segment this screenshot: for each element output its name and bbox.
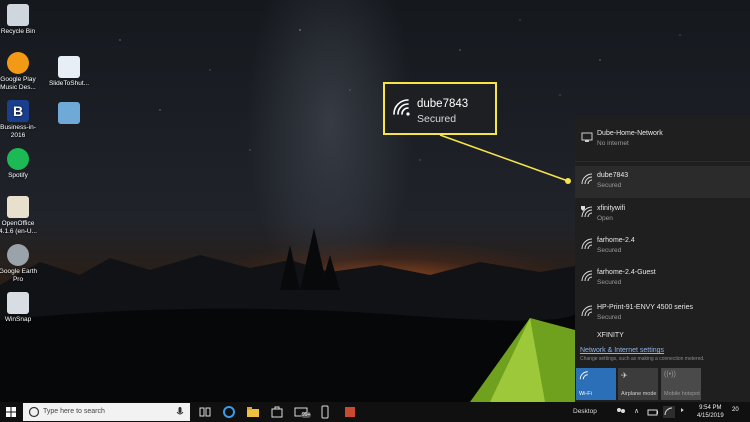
- start-button[interactable]: [0, 402, 22, 422]
- search-icon: [28, 406, 40, 418]
- network-item[interactable]: HP-Print-91-ENVY 4500 series Secured: [575, 298, 750, 330]
- mobile-hotspot-tile[interactable]: ((•)) Mobile hotspot: [661, 368, 701, 400]
- mail-app-button[interactable]: 99+: [294, 405, 316, 419]
- mail-badge: 99+: [301, 412, 312, 418]
- wifi-icon: [581, 270, 593, 282]
- highlight-callout: dube7843 Secured: [383, 82, 497, 135]
- airplane-mode-tile[interactable]: ✈ Airplane mode: [618, 368, 658, 400]
- wifi-icon: [581, 238, 593, 250]
- hotspot-icon: ((•)): [664, 371, 676, 378]
- network-flyout: Dube-Home-Network No internet dube7843 S…: [575, 118, 750, 402]
- notification-count: 20: [732, 407, 739, 413]
- volume-icon[interactable]: 🕨: [679, 407, 683, 415]
- network-item[interactable]: Dube-Home-Network No internet: [575, 124, 750, 156]
- phone-icon[interactable]: [318, 405, 332, 419]
- ethernet-icon: [581, 132, 593, 142]
- action-center-button[interactable]: 20: [732, 407, 739, 413]
- wifi-icon: [581, 173, 593, 185]
- callout-status: Secured: [417, 113, 457, 125]
- winsnap-taskbar-icon[interactable]: [343, 405, 357, 419]
- network-settings-description: Change settings, such as making a connec…: [580, 356, 705, 362]
- microphone-icon: [176, 407, 184, 415]
- taskbar-clock[interactable]: 9:54 PM 4/15/2019: [697, 404, 724, 420]
- task-view-icon[interactable]: [198, 405, 212, 419]
- network-item[interactable]: farhome-2.4-Guest Secured: [575, 263, 750, 295]
- chevron-up-icon[interactable]: ∧: [634, 407, 639, 415]
- network-settings-link[interactable]: Network & Internet settings: [580, 347, 664, 354]
- network-item[interactable]: xfinitywifi Open: [575, 199, 750, 231]
- wifi-icon: [579, 371, 588, 380]
- store-icon[interactable]: [270, 405, 284, 419]
- network-tray-icon[interactable]: [662, 405, 676, 419]
- file-explorer-icon[interactable]: [246, 405, 260, 419]
- people-icon[interactable]: [614, 405, 628, 419]
- wifi-icon: [581, 305, 593, 317]
- network-item[interactable]: farhome-2.4 Secured: [575, 231, 750, 263]
- wifi-toggle-tile[interactable]: Wi-Fi: [576, 368, 616, 400]
- taskbar: Type here to search 99+ Desktop ∧ 🕨 9:54…: [0, 402, 750, 422]
- clock-time: 9:54 PM: [699, 405, 722, 411]
- open-wifi-shield-icon: [581, 206, 593, 218]
- network-item[interactable]: XFINITY: [575, 328, 750, 340]
- clock-date: 4/15/2019: [697, 413, 724, 419]
- network-item[interactable]: dube7843 Secured: [575, 166, 750, 198]
- divider: [575, 161, 750, 162]
- callout-ssid: dube7843: [417, 98, 469, 110]
- taskbar-search[interactable]: Type here to search: [23, 403, 190, 421]
- battery-icon[interactable]: [646, 405, 660, 419]
- desktop-toolbar-label[interactable]: Desktop: [573, 408, 597, 415]
- wifi-icon: [393, 99, 410, 116]
- windows-logo-icon: [6, 407, 16, 417]
- airplane-icon: ✈: [621, 371, 628, 380]
- edge-browser-icon[interactable]: [222, 405, 236, 419]
